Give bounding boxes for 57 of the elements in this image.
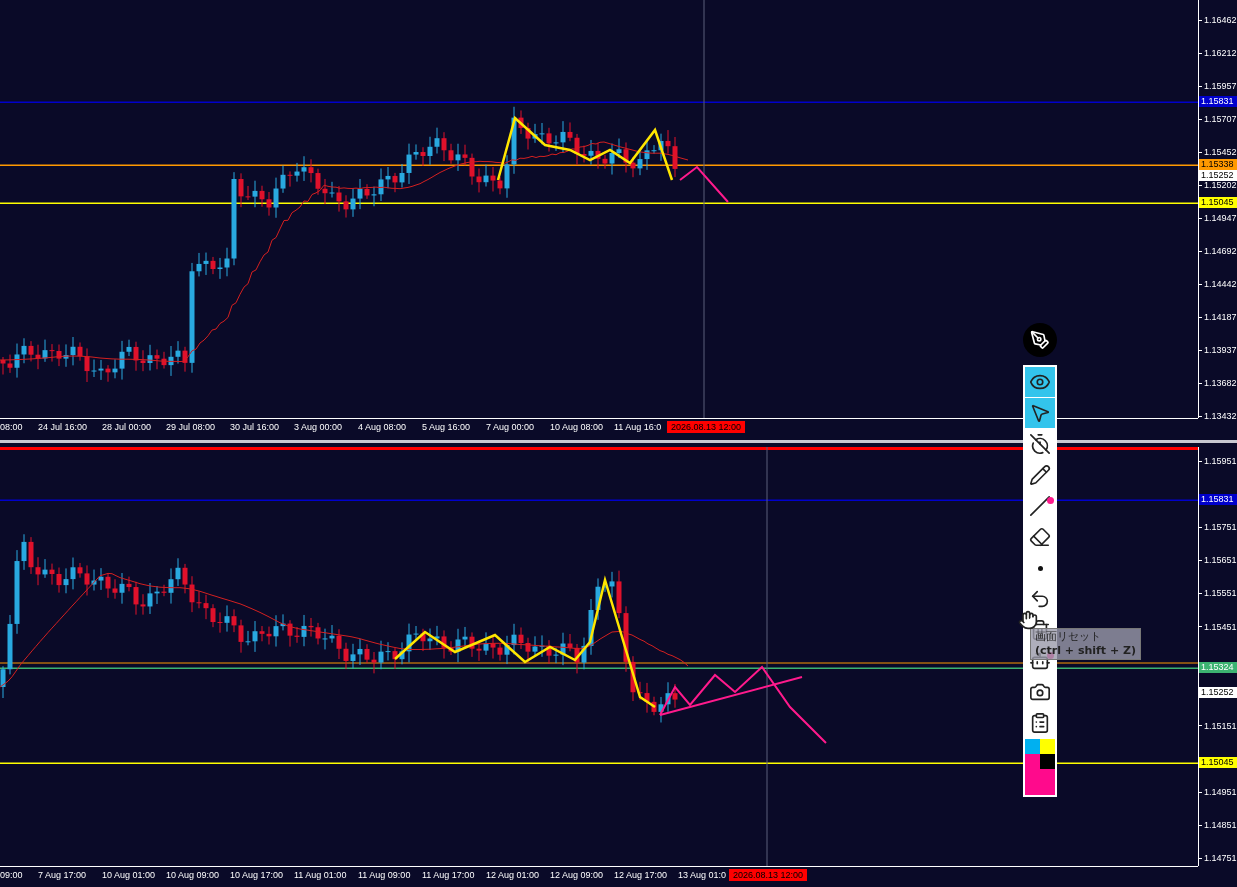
time-label: 13 Aug 01:0 [678,869,727,882]
price-label: 1.13682 [1204,378,1237,388]
time-label: 12 Aug 09:00 [550,869,604,882]
time-label: 12 Aug 17:00 [614,869,668,882]
time-label: 5 Aug 16:00 [422,421,471,434]
price-badge: 1.15252 [1199,170,1237,181]
price-label: 1.15951 [1204,456,1237,466]
price-badge: 1.15045 [1199,197,1237,208]
time-label: 7 Aug 17:00 [38,869,87,882]
price-label: 1.14187 [1204,312,1237,322]
current-time-badge: 2026.08.13 12:00 [667,421,746,433]
price-badge: 1.15045 [1199,757,1237,768]
price-label: 1.14442 [1204,279,1237,289]
price-label: 1.14751 [1204,853,1237,864]
time-label: 11 Aug 17:00 [422,869,475,882]
time-label: 10 Aug 08:00 [550,421,604,434]
price-label: 1.15707 [1204,114,1237,124]
price-label: 1.15751 [1204,522,1237,533]
price-label: 1.15151 [1204,720,1237,731]
price-badge: 1.15831 [1199,494,1237,505]
time-label: 4 Aug 08:00 [358,421,407,434]
price-label: 1.15452 [1204,147,1237,157]
price-badge: 1.15338 [1199,159,1237,170]
tooltip-title: 画面リセット [1035,630,1102,644]
price-label: 1.13432 [1204,411,1237,421]
time-label: 12 Aug 01:00 [486,869,540,882]
price-label: 1.16462 [1204,15,1237,25]
time-label: 08:00 [0,421,23,434]
price-label: 1.14851 [1204,820,1237,831]
time-label: 29 Jul 08:00 [166,421,216,434]
price-label: 1.15551 [1204,588,1237,599]
time-label: 10 Aug 01:00 [102,869,156,882]
time-label: 11 Aug 01:00 [294,869,347,882]
time-label: 28 Jul 00:00 [102,421,152,434]
price-label: 1.15957 [1204,81,1237,91]
current-time-badge: 2026.08.13 12:00 [729,869,808,881]
price-badge: 1.15252 [1199,687,1237,698]
tooltip-shortcut: (ctrl + shift + Z) [1035,644,1136,658]
price-label: 1.15202 [1204,180,1237,190]
time-label: 30 Jul 16:00 [230,421,280,434]
price-badge: 1.15324 [1199,662,1237,673]
time-label: 3 Aug 00:00 [294,421,343,434]
price-label: 1.16212 [1204,48,1237,58]
time-label: 24 Jul 16:00 [38,421,88,434]
price-label: 1.15451 [1204,621,1237,632]
time-label: 11 Aug 16:0 [614,421,662,434]
time-label: 11 Aug 09:00 [358,869,411,882]
price-label: 1.15651 [1204,555,1237,566]
time-label: 09:00 [0,869,23,882]
time-label: 10 Aug 17:00 [230,869,284,882]
price-label: 1.14692 [1204,246,1237,256]
price-label: 1.14951 [1204,787,1237,797]
time-label: 10 Aug 09:00 [166,869,220,882]
price-label: 1.13937 [1204,345,1237,355]
price-badge: 1.15831 [1199,96,1237,107]
time-label: 7 Aug 00:00 [486,421,535,434]
price-label: 1.14947 [1204,213,1237,223]
